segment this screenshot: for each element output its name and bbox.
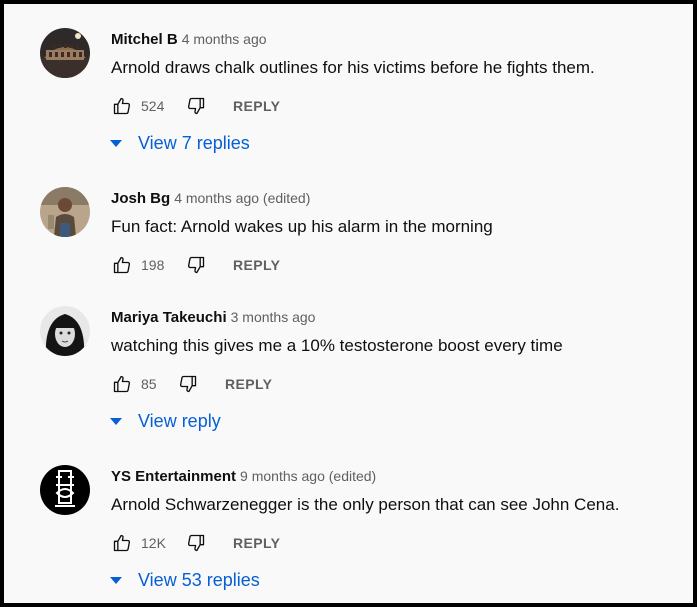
- comment-text: watching this gives me a 10% testosteron…: [111, 336, 563, 355]
- dislike-button[interactable]: [185, 254, 207, 276]
- comment-header: Mariya Takeuchi 3 months ago: [111, 306, 671, 328]
- author-name[interactable]: YS Entertainment: [111, 468, 236, 485]
- like-button[interactable]: [111, 373, 133, 395]
- person-photo-icon: [40, 187, 90, 237]
- view-replies-label: View 53 replies: [138, 569, 260, 590]
- comment-body: Mitchel B4 months ago Arnold draws chalk…: [111, 28, 671, 80]
- comment-header: YS Entertainment 9 months ago (edited): [111, 465, 671, 487]
- comment-actions: 12K REPLY: [111, 531, 280, 555]
- comment-time[interactable]: 4 months ago: [182, 31, 267, 47]
- reply-button[interactable]: REPLY: [233, 98, 280, 114]
- comment-actions: 198 REPLY: [111, 253, 280, 277]
- avatar[interactable]: [40, 187, 90, 237]
- like-count: 524: [141, 98, 165, 114]
- avatar[interactable]: [40, 465, 90, 515]
- dislike-button[interactable]: [177, 373, 199, 395]
- reply-button[interactable]: REPLY: [225, 376, 272, 392]
- portrait-photo-icon: [40, 306, 90, 356]
- logo-monogram-icon: [40, 465, 90, 515]
- comment-text: Fun fact: Arnold wakes up his alarm in t…: [111, 217, 493, 236]
- author-name[interactable]: Mitchel B: [111, 31, 178, 48]
- view-replies-button[interactable]: View 7 replies: [110, 130, 250, 156]
- thumb-down-icon: [187, 534, 205, 552]
- comment-text: Arnold draws chalk outlines for his vict…: [111, 58, 595, 77]
- view-replies-label: View 7 replies: [138, 132, 250, 153]
- view-replies-button[interactable]: View 53 replies: [110, 567, 260, 593]
- caret-down-icon: [110, 139, 122, 147]
- view-replies-button[interactable]: View reply: [110, 408, 221, 434]
- author-name[interactable]: Josh Bg: [111, 190, 170, 207]
- thumb-up-icon: [113, 375, 131, 393]
- comment-body: YS Entertainment 9 months ago (edited) Ar…: [111, 465, 671, 517]
- author-name[interactable]: Mariya Takeuchi: [111, 309, 227, 326]
- like-count: 12K: [141, 535, 166, 551]
- comment-actions: 85 REPLY: [111, 372, 272, 396]
- dislike-button[interactable]: [185, 532, 207, 554]
- reply-button[interactable]: REPLY: [233, 257, 280, 273]
- thumb-down-icon: [179, 375, 197, 393]
- thumb-down-icon: [187, 256, 205, 274]
- avatar[interactable]: [40, 306, 90, 356]
- comment-text: Arnold Schwarzenegger is the only person…: [111, 495, 620, 514]
- like-count: 198: [141, 257, 165, 273]
- comment-header: Josh Bg 4 months ago (edited): [111, 187, 671, 209]
- comment-time[interactable]: 3 months ago: [231, 309, 316, 325]
- comment-body: Mariya Takeuchi 3 months ago watching thi…: [111, 306, 671, 358]
- view-replies-label: View reply: [138, 410, 221, 431]
- like-count: 85: [141, 376, 157, 392]
- thumb-down-icon: [187, 97, 205, 115]
- like-button[interactable]: [111, 532, 133, 554]
- comment-header: Mitchel B4 months ago: [111, 28, 671, 50]
- thumb-up-icon: [113, 534, 131, 552]
- like-button[interactable]: [111, 254, 133, 276]
- thumb-up-icon: [113, 256, 131, 274]
- comment-actions: 524 REPLY: [111, 94, 280, 118]
- caret-down-icon: [110, 576, 122, 584]
- like-button[interactable]: [111, 95, 133, 117]
- thumb-up-icon: [113, 97, 131, 115]
- comments-section: Mitchel B4 months ago Arnold draws chalk…: [0, 0, 697, 607]
- comment-time[interactable]: 4 months ago (edited): [174, 190, 310, 206]
- avatar[interactable]: [40, 28, 90, 78]
- comment-body: Josh Bg 4 months ago (edited) Fun fact: A…: [111, 187, 671, 239]
- colosseum-photo-icon: [40, 28, 90, 78]
- reply-button[interactable]: REPLY: [233, 535, 280, 551]
- comment-time[interactable]: 9 months ago (edited): [240, 468, 376, 484]
- caret-down-icon: [110, 417, 122, 425]
- dislike-button[interactable]: [185, 95, 207, 117]
